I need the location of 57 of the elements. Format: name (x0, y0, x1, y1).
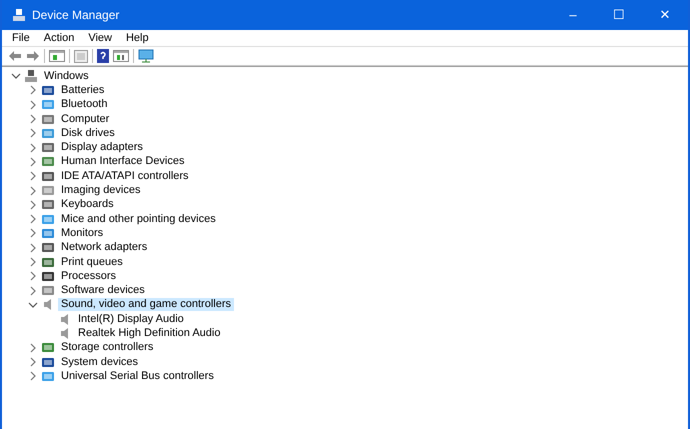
tree-item[interactable]: Processors (58, 270, 120, 283)
device-manager-icon (12, 8, 26, 22)
panel-icon[interactable] (49, 50, 65, 62)
device-icon (41, 256, 55, 268)
menu-item[interactable]: File (6, 30, 36, 46)
tree-item[interactable]: System devices (58, 356, 142, 369)
device-icon (41, 198, 55, 212)
close-button[interactable]: ✕ (642, 0, 688, 30)
menu-item[interactable]: Help (120, 30, 155, 46)
tree-item[interactable]: Batteries (58, 84, 108, 97)
tree-item[interactable]: Storage controllers (58, 341, 156, 354)
help-icon[interactable] (97, 49, 109, 63)
device-icon (41, 284, 55, 298)
computer-icon (24, 70, 38, 83)
device-icon (41, 184, 55, 198)
device-icon (41, 212, 55, 226)
tree-item[interactable]: Human Interface Devices (58, 155, 188, 168)
device-icon (41, 141, 55, 154)
tree-item[interactable]: Mice and other pointing devices (58, 212, 219, 226)
tree-item[interactable]: Monitors (58, 226, 106, 240)
tree-item[interactable]: Display adapters (58, 141, 146, 154)
menu-item[interactable]: Action (38, 30, 80, 46)
device-icon (41, 126, 55, 140)
monitor-icon[interactable] (138, 49, 154, 63)
tree-item[interactable]: Bluetooth (58, 98, 110, 112)
forward-icon[interactable] (26, 50, 40, 62)
tree-item[interactable]: IDE ATA/ATAPI controllers (58, 170, 192, 183)
tree-item[interactable]: Imaging devices (58, 184, 144, 198)
properties-icon[interactable] (74, 50, 88, 62)
tree-item[interactable]: Software devices (58, 284, 148, 298)
tree-item[interactable]: Print queues (58, 256, 126, 268)
device-icon (41, 356, 55, 369)
device-icon (41, 170, 55, 183)
device-icon (41, 226, 55, 240)
device-icon (41, 155, 55, 168)
device-icon (41, 370, 55, 383)
device-icon (41, 270, 55, 283)
device-icon (41, 98, 55, 112)
tree-item[interactable]: Intel(R) Display Audio (75, 312, 187, 326)
tree-item[interactable]: Network adapters (58, 241, 150, 254)
tree-item[interactable]: Universal Serial Bus controllers (58, 370, 217, 383)
minimize-button[interactable]: – (550, 0, 596, 30)
back-icon[interactable] (8, 50, 22, 62)
window-title: Device Manager (32, 7, 120, 24)
tree-item[interactable]: Windows (41, 70, 92, 83)
device-icon (41, 112, 55, 126)
device-icon (41, 341, 55, 354)
tree-item[interactable]: Sound, video and game controllers (58, 298, 234, 312)
tree-item[interactable]: Keyboards (58, 198, 117, 212)
panel-icon[interactable] (113, 50, 129, 62)
maximize-button[interactable]: ☐ (596, 0, 642, 30)
menu-item[interactable]: View (82, 30, 118, 46)
tree-item[interactable]: Computer (58, 112, 112, 126)
device-icon (41, 84, 55, 97)
tree-item[interactable]: Disk drives (58, 126, 118, 140)
device-icon (41, 241, 55, 254)
tree-item[interactable]: Realtek High Definition Audio (75, 326, 224, 340)
